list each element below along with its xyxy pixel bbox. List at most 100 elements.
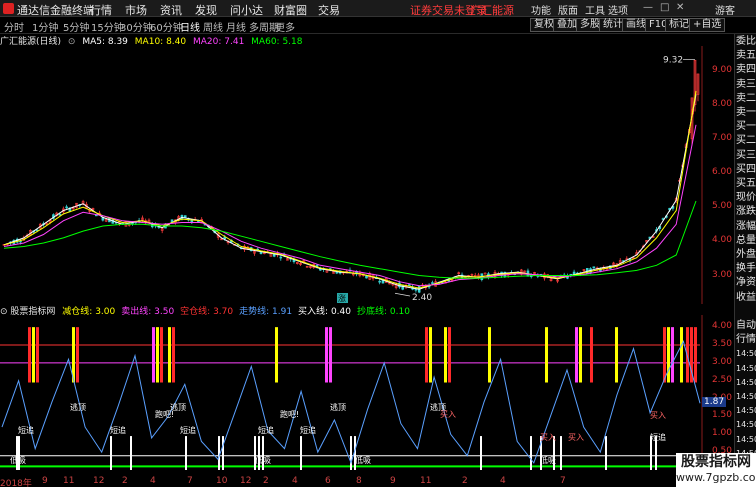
time-tick-label: 2018年 bbox=[0, 479, 32, 487]
menu-gongneng[interactable]: 功能 bbox=[531, 2, 551, 17]
sidebar-item[interactable]: 买一 bbox=[736, 121, 756, 133]
period-1min[interactable]: 1分钟 bbox=[32, 19, 58, 34]
signal-bar bbox=[168, 327, 171, 383]
candle-body bbox=[19, 240, 22, 243]
signal-bar bbox=[488, 327, 491, 383]
menu-wenxiaoda[interactable]: 问小达 bbox=[230, 2, 263, 18]
low-price-label: 2.40 bbox=[412, 293, 432, 303]
candle-body bbox=[279, 256, 283, 259]
menu-xuanxiang[interactable]: 选项 bbox=[608, 2, 628, 17]
candle-body bbox=[365, 275, 368, 279]
sidebar-item[interactable]: 总量 bbox=[736, 235, 756, 247]
period-daily[interactable]: 日线 bbox=[180, 19, 200, 34]
sidebar-item[interactable]: 买三 bbox=[736, 150, 756, 162]
sidebar-item[interactable]: 买五 bbox=[736, 178, 756, 190]
period-30min[interactable]: 30分钟 bbox=[120, 19, 153, 34]
menu-gongju[interactable]: 工具 bbox=[585, 2, 605, 17]
signal-bar bbox=[275, 327, 278, 383]
time-tick-label: 4 bbox=[292, 476, 298, 486]
signal-bar bbox=[32, 327, 35, 383]
signal-label: 短追 bbox=[110, 425, 126, 435]
guest-label[interactable]: 游客 bbox=[715, 2, 735, 17]
signal-label: 短追 bbox=[180, 425, 196, 435]
time-tick-label: 8 bbox=[356, 476, 362, 486]
signal-bar bbox=[575, 327, 578, 383]
sidebar-item[interactable]: 买二 bbox=[736, 135, 756, 147]
menu-hangqing[interactable]: 行情 bbox=[90, 2, 112, 18]
signal-bar bbox=[325, 327, 328, 383]
sidebar-item[interactable]: 买四 bbox=[736, 164, 756, 176]
sidebar-item[interactable]: 涨幅 bbox=[736, 221, 756, 233]
sidebar-item[interactable]: 卖一 bbox=[736, 107, 756, 119]
buy-spike bbox=[560, 436, 562, 470]
menu-jiaoyi[interactable]: 交易 bbox=[318, 2, 340, 18]
sidebar-item[interactable]: 行情 bbox=[736, 334, 756, 346]
time-tick-label: 4 bbox=[500, 476, 506, 486]
series-line-ma10 bbox=[3, 90, 697, 289]
sidebar-item[interactable]: 自动 bbox=[736, 320, 756, 332]
buy-spike bbox=[350, 436, 352, 470]
sidebar-item[interactable]: 涨跌 bbox=[736, 206, 756, 218]
indicator-axis: 4.003.503.002.502.001.501.000.50 bbox=[703, 315, 734, 475]
signal-label: 买入 bbox=[568, 433, 584, 442]
add-watchlist-button[interactable]: +自选 bbox=[689, 18, 726, 32]
minimize-icon[interactable]: — bbox=[643, 2, 653, 13]
signal-label: 短追 bbox=[300, 425, 316, 435]
period-15min[interactable]: 15分钟 bbox=[91, 19, 124, 34]
candle-body bbox=[592, 266, 596, 269]
stock-name-tag: 广汇能源 bbox=[470, 4, 514, 17]
period-weekly[interactable]: 周线 bbox=[203, 19, 223, 34]
sidebar-item[interactable]: 14:50 bbox=[736, 377, 756, 389]
signal-bar bbox=[152, 327, 155, 383]
sidebar-item[interactable]: 换手 bbox=[736, 263, 756, 275]
maximize-icon[interactable]: □ bbox=[660, 2, 669, 13]
signal-label: 低吸 bbox=[355, 455, 371, 465]
buy-spike bbox=[300, 436, 302, 470]
signal-bar bbox=[579, 327, 582, 383]
signal-bar bbox=[448, 327, 451, 383]
sidebar-item[interactable]: 14:50 bbox=[736, 434, 756, 446]
indicator-tick-label: 1.50 bbox=[711, 410, 732, 421]
sidebar-item[interactable]: 外盘 bbox=[736, 249, 756, 261]
sidebar-item[interactable]: 收益 bbox=[736, 292, 756, 304]
sidebar-item[interactable]: 卖三 bbox=[736, 79, 756, 91]
sidebar-item[interactable]: 卖二 bbox=[736, 93, 756, 105]
time-tick-label: 12 bbox=[93, 476, 105, 486]
close-icon[interactable]: ✕ bbox=[676, 2, 684, 13]
time-tick-label: 7 bbox=[187, 476, 193, 486]
sidebar-item[interactable]: 委比 bbox=[736, 36, 756, 48]
sidebar-item[interactable]: 14:50 bbox=[736, 391, 756, 403]
candle-body bbox=[378, 280, 381, 283]
signal-bar bbox=[28, 327, 31, 383]
period-fenshi[interactable]: 分时 bbox=[4, 19, 24, 34]
menu-shichang[interactable]: 市场 bbox=[125, 2, 147, 18]
menu-faxian[interactable]: 发现 bbox=[195, 2, 217, 18]
period-monthly[interactable]: 月线 bbox=[226, 19, 246, 34]
sidebar-item[interactable]: 卖五 bbox=[736, 50, 756, 62]
sidebar-item[interactable]: 净资 bbox=[736, 277, 756, 289]
indicator-tick-label: 2.50 bbox=[711, 374, 732, 385]
sidebar-item[interactable]: 14:50 bbox=[736, 419, 756, 431]
menu-banmian[interactable]: 版面 bbox=[558, 2, 578, 17]
price-chart[interactable]: 9.32 2.40 涨 bbox=[0, 46, 703, 304]
period-60min[interactable]: 60分钟 bbox=[150, 19, 183, 34]
indicator-chart[interactable]: 短追 短追 短追 短追 短追短追低吸 低吸 低吸 低吸逃顶 逃顶 逃顶 逃顶跑吧! 跑吧!买入 买入买入… bbox=[0, 315, 703, 475]
time-tick-label: 2 bbox=[263, 476, 269, 486]
indicator-tick-label: 1.00 bbox=[711, 428, 732, 439]
sidebar-item[interactable]: 卖四 bbox=[736, 64, 756, 76]
sidebar-item[interactable]: 14:50 bbox=[736, 363, 756, 375]
period-more[interactable]: 更多 bbox=[275, 19, 295, 34]
signal-label: 短追 bbox=[650, 432, 666, 442]
candle-body bbox=[335, 271, 339, 274]
menu-caifuquan[interactable]: 财富圈 bbox=[274, 2, 307, 18]
signal-bar bbox=[444, 327, 447, 383]
menu-zixun[interactable]: 资讯 bbox=[160, 2, 182, 18]
sidebar-item[interactable]: 现价 bbox=[736, 192, 756, 204]
signal-bar bbox=[590, 327, 593, 383]
rise-marker-label: 涨 bbox=[338, 293, 346, 303]
sidebar-item[interactable]: 14:50 bbox=[736, 405, 756, 417]
period-5min[interactable]: 5分钟 bbox=[63, 19, 89, 34]
sidebar-item[interactable]: 14:50 bbox=[736, 348, 756, 360]
signal-bar bbox=[671, 327, 674, 383]
period-toolbar: 分时 1分钟 5分钟 15分钟 30分钟 60分钟 日线 周线 月线 多周期 更… bbox=[0, 17, 756, 34]
